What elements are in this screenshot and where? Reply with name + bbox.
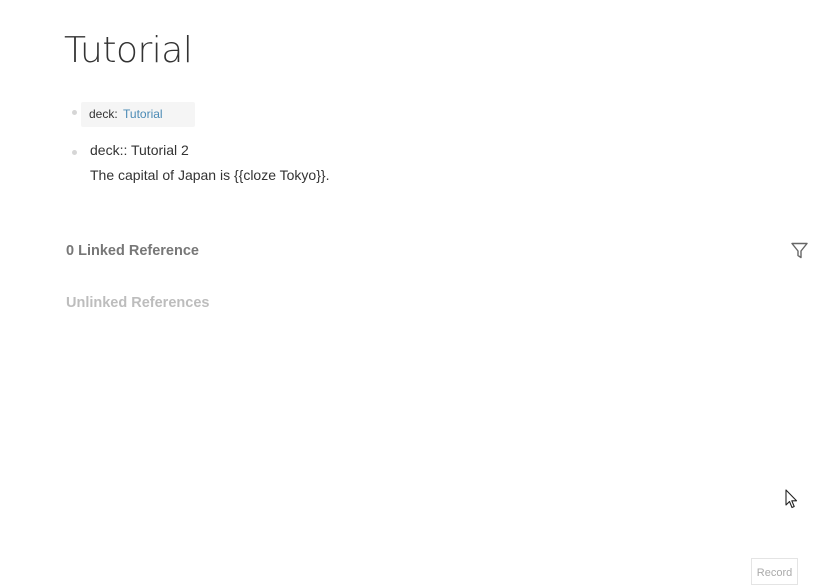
linked-references-header[interactable]: 0 Linked Reference xyxy=(66,243,199,259)
property-box[interactable]: deck: Tutorial xyxy=(81,102,195,127)
block-line-deck: deck:: Tutorial 2 xyxy=(90,142,189,158)
block-cloze-card[interactable]: deck:: Tutorial 2 The capital of Japan i… xyxy=(70,142,329,188)
mouse-cursor-icon xyxy=(785,489,799,509)
block-line-cloze: The capital of Japan is {{cloze Tokyo}}. xyxy=(90,167,330,183)
property-key: deck: xyxy=(89,107,118,121)
page: Tutorial deck: Tutorial deck:: Tutorial … xyxy=(0,0,826,587)
page-title[interactable]: Tutorial xyxy=(64,30,193,71)
record-button[interactable]: Record xyxy=(751,558,798,585)
filter-icon[interactable] xyxy=(790,241,809,260)
block-bullet[interactable] xyxy=(72,110,77,115)
block-bullet[interactable] xyxy=(72,150,77,155)
property-value-link[interactable]: Tutorial xyxy=(123,107,163,121)
block-deck-property[interactable]: deck: Tutorial xyxy=(70,102,195,127)
block-content[interactable]: deck:: Tutorial 2 The capital of Japan i… xyxy=(90,138,329,188)
unlinked-references-header[interactable]: Unlinked References xyxy=(66,295,209,311)
